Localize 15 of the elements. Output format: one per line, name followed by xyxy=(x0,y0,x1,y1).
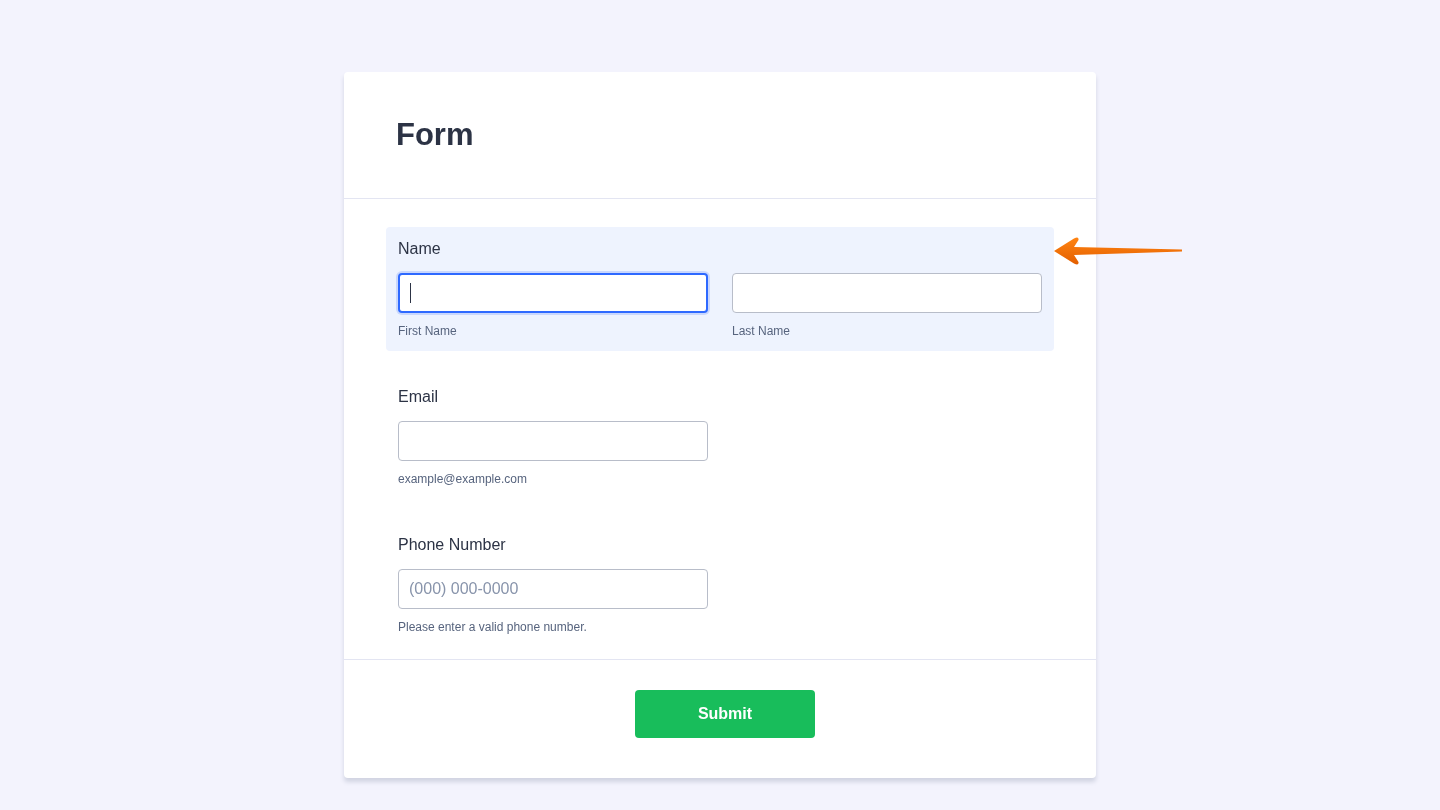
field-label: Email xyxy=(398,387,439,407)
input-field[interactable] xyxy=(732,273,1042,313)
field-sublabel: example@example.com xyxy=(398,472,528,486)
submit-button[interactable]: Submit xyxy=(635,690,815,738)
field-sublabel: Last Name xyxy=(732,324,792,338)
arrow-icon xyxy=(1053,236,1183,266)
field-sublabel: First Name xyxy=(398,324,458,338)
field-label: Phone Number xyxy=(398,535,507,555)
input-field[interactable] xyxy=(398,421,708,461)
field-label: Name xyxy=(398,239,442,259)
input-field[interactable] xyxy=(398,273,708,313)
text-cursor-icon xyxy=(410,283,411,303)
form-title: Form xyxy=(396,116,474,154)
input-field[interactable]: (000) 000-0000 xyxy=(398,569,708,609)
field-sublabel: Please enter a valid phone number. xyxy=(398,620,588,634)
